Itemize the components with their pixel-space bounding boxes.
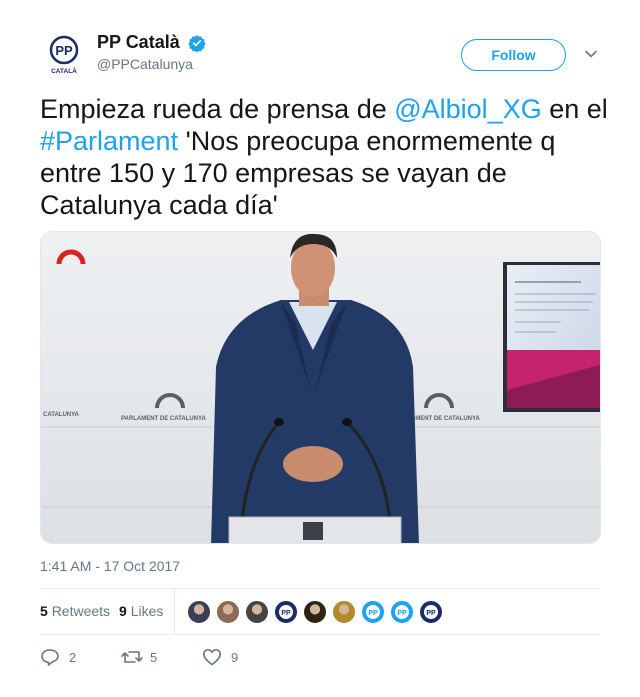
svg-text:PP: PP bbox=[426, 610, 436, 617]
retweets-stat[interactable]: 5 Retweets bbox=[40, 603, 110, 619]
like-count: 9 bbox=[231, 650, 239, 665]
svg-text:PP: PP bbox=[397, 610, 407, 617]
avatar-logo-text: PP bbox=[55, 43, 73, 58]
liker-avatar[interactable]: PP bbox=[419, 600, 443, 624]
likes-count: 9 bbox=[119, 603, 127, 619]
tweet-stats: 5 Retweets 9 Likes PP PP PP PP bbox=[40, 589, 600, 635]
liker-avatar[interactable] bbox=[303, 600, 327, 624]
svg-text:PP: PP bbox=[368, 610, 378, 617]
liker-avatar[interactable] bbox=[245, 600, 269, 624]
retweets-count: 5 bbox=[40, 603, 48, 619]
display-name[interactable]: PP Català bbox=[97, 32, 180, 53]
tweet-text: Empieza rueda de prensa de @Albiol_XG en… bbox=[40, 93, 615, 221]
mention-link[interactable]: @Albiol_XG bbox=[394, 94, 541, 124]
reply-icon bbox=[41, 649, 59, 666]
likes-label: Likes bbox=[130, 603, 164, 619]
retweet-icon bbox=[121, 651, 143, 663]
liker-avatar[interactable] bbox=[187, 600, 211, 624]
tweet-text-segment: Empieza rueda de prensa de bbox=[40, 94, 395, 124]
profile-avatar[interactable]: PP CATALÀ bbox=[44, 34, 84, 74]
liker-avatar[interactable]: PP bbox=[361, 600, 385, 624]
liker-avatar[interactable]: PP bbox=[274, 600, 298, 624]
divider-bottom bbox=[40, 634, 600, 635]
press-conference-image: PARLAMENT DE CATALUNYA PARLAMENT DE CATA… bbox=[41, 232, 600, 543]
stats-separator bbox=[174, 589, 175, 635]
hashtag-link[interactable]: #Parlament bbox=[40, 126, 178, 156]
tweet-photo[interactable]: PARLAMENT DE CATALUNYA PARLAMENT DE CATA… bbox=[40, 231, 601, 544]
tweet-header: PP CATALÀ PP Català @PPCatalunya Follow bbox=[40, 30, 600, 82]
tweet-text-segment: en el bbox=[541, 94, 608, 124]
liker-avatar[interactable] bbox=[216, 600, 240, 624]
tweet-timestamp[interactable]: 1:41 AM - 17 Oct 2017 bbox=[40, 558, 180, 574]
retweets-label: Retweets bbox=[51, 603, 111, 619]
avatar-logo-subtext: CATALÀ bbox=[51, 66, 77, 74]
likes-stat[interactable]: 9 Likes bbox=[119, 603, 163, 619]
liker-avatar[interactable]: PP bbox=[390, 600, 414, 624]
liker-avatar[interactable] bbox=[332, 600, 356, 624]
heart-icon bbox=[203, 649, 221, 666]
tweet-actions: 2 5 9 bbox=[40, 645, 600, 669]
user-name-block: PP Català @PPCatalunya bbox=[97, 32, 206, 72]
follow-button[interactable]: Follow bbox=[461, 39, 566, 71]
user-handle[interactable]: @PPCatalunya bbox=[97, 56, 206, 72]
retweet-count: 5 bbox=[150, 650, 158, 665]
svg-text:PP: PP bbox=[281, 610, 291, 617]
verified-badge-icon bbox=[188, 34, 206, 52]
podium-text-far-left: CATALUNYA bbox=[43, 412, 80, 418]
chevron-down-icon[interactable] bbox=[584, 47, 598, 61]
podium-text-left: PARLAMENT DE CATALUNYA bbox=[121, 416, 206, 422]
reply-count: 2 bbox=[69, 650, 77, 665]
